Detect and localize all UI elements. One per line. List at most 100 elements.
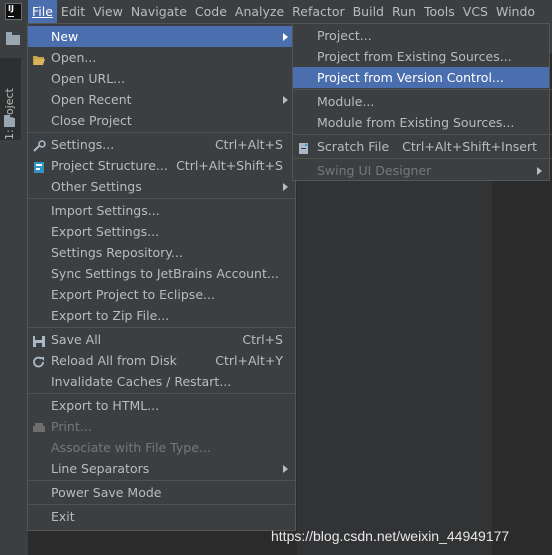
menu-item-label: Open... (51, 50, 97, 65)
menu-navigate[interactable]: Navigate (127, 0, 191, 23)
menu-item-shortcut: Ctrl+Alt+S (214, 137, 283, 152)
menu-item-label: Import Settings... (51, 203, 160, 218)
menu-item-label: Export to Zip File... (51, 308, 170, 323)
menu-analyze[interactable]: Analyze (231, 0, 288, 23)
menu-item-export-to-html[interactable]: Export to HTML... (28, 395, 295, 416)
menu-item-label: Print... (51, 419, 92, 434)
menu-item-label: Module... (317, 94, 375, 109)
menu-separator (28, 198, 295, 199)
menu-item-label: Module from Existing Sources... (317, 115, 515, 130)
menu-item-project-structure[interactable]: Project Structure... Ctrl+Alt+Shift+S (28, 155, 295, 176)
menu-separator (28, 480, 295, 481)
menu-run[interactable]: Run (388, 0, 420, 23)
menu-item-shortcut: Ctrl+Alt+Shift+Insert (402, 139, 537, 154)
menu-item-label: Project Structure... (51, 158, 168, 173)
menu-item-open[interactable]: Open... (28, 47, 295, 68)
menu-code[interactable]: Code (191, 0, 231, 23)
menu-item-label: Project from Existing Sources... (317, 49, 512, 64)
menu-build[interactable]: Build (349, 0, 388, 23)
menu-item-project-from-existing-sources[interactable]: Project from Existing Sources... (293, 46, 549, 67)
menu-item-label: Scratch File (317, 139, 390, 154)
menu-item-exit[interactable]: Exit (28, 506, 295, 527)
menu-item-swing-ui-designer: Swing UI Designer (293, 160, 549, 181)
menu-window[interactable]: Windo (492, 0, 539, 23)
menu-item-label: Project from Version Control... (317, 70, 504, 85)
menu-file[interactable]: File (28, 0, 57, 23)
menu-refactor[interactable]: Refactor (288, 0, 348, 23)
menu-item-shortcut: Ctrl+S (242, 332, 283, 347)
folder-open-icon (32, 51, 46, 65)
menu-item-invalidate-caches-restart[interactable]: Invalidate Caches / Restart... (28, 371, 295, 392)
menu-item-label: Close Project (51, 113, 132, 128)
menu-item-new[interactable]: New (28, 26, 295, 47)
menu-item-module-from-existing-sources[interactable]: Module from Existing Sources... (293, 112, 549, 133)
menu-item-export-to-zip-file[interactable]: Export to Zip File... (28, 305, 295, 326)
menu-item-label: Other Settings (51, 179, 142, 194)
menu-item-settings-repository[interactable]: Settings Repository... (28, 242, 295, 263)
menu-vcs[interactable]: VCS (459, 0, 492, 23)
reload-icon (32, 354, 46, 368)
menu-item-label: New (51, 29, 79, 44)
menu-separator (293, 134, 552, 135)
menu-item-line-separators[interactable]: Line Separators (28, 458, 295, 479)
file-menu: New Open... Open URL... Open Recent Close Pr… (27, 23, 296, 531)
menu-item-sync-settings-to-jetbrains-account[interactable]: Sync Settings to JetBrains Account... (28, 263, 295, 284)
menu-item-label: Line Separators (51, 461, 150, 476)
menu-item-close-project[interactable]: Close Project (28, 110, 295, 131)
menu-item-label: Power Save Mode (51, 485, 162, 500)
menu-edit[interactable]: Edit (57, 0, 89, 23)
menu-item-label: Invalidate Caches / Restart... (51, 374, 232, 389)
menu-item-power-save-mode[interactable]: Power Save Mode (28, 482, 295, 503)
menu-item-export-project-to-eclipse[interactable]: Export Project to Eclipse... (28, 284, 295, 305)
menu-separator (28, 504, 295, 505)
menu-item-label: Sync Settings to JetBrains Account... (51, 266, 279, 281)
menu-item-import-settings[interactable]: Import Settings... (28, 200, 295, 221)
submenu-arrow-icon (283, 183, 288, 191)
menu-item-module[interactable]: Module... (293, 91, 549, 112)
menu-item-label: Export to HTML... (51, 398, 160, 413)
submenu-arrow-icon (283, 33, 288, 41)
watermark: https://blog.csdn.net/weixin_44949177 (271, 528, 510, 544)
project-tree-area (297, 180, 492, 555)
menu-item-project[interactable]: Project... (293, 25, 549, 46)
menu-bar: File Edit View Navigate Code Analyze Ref… (0, 0, 552, 23)
menu-item-label: Settings... (51, 137, 115, 152)
project-folder-icon[interactable] (6, 32, 20, 45)
editor-area (492, 180, 552, 555)
menu-item-open-url[interactable]: Open URL... (28, 68, 295, 89)
menu-item-project-from-version-control[interactable]: Project from Version Control... (293, 67, 549, 88)
menu-item-settings[interactable]: Settings... Ctrl+Alt+S (28, 134, 295, 155)
menu-item-associate-with-file-type: Associate with File Type... (28, 437, 295, 458)
menu-item-print: Print... (28, 416, 295, 437)
menu-item-label: Open URL... (51, 71, 126, 86)
print-icon (32, 420, 46, 433)
intellij-logo-icon (5, 3, 22, 20)
submenu-arrow-icon (283, 465, 288, 473)
menu-item-label: Reload All from Disk (51, 353, 177, 368)
menu-tools[interactable]: Tools (420, 0, 459, 23)
menu-item-save-all[interactable]: Save All Ctrl+S (28, 329, 295, 350)
menu-item-label: Export Project to Eclipse... (51, 287, 215, 302)
menu-item-scratch-file[interactable]: Scratch File Ctrl+Alt+Shift+Insert (293, 136, 549, 157)
menu-item-label: Settings Repository... (51, 245, 183, 260)
new-submenu: Project... Project from Existing Sources.… (292, 23, 552, 181)
menu-view[interactable]: View (89, 0, 127, 23)
menu-item-open-recent[interactable]: Open Recent (28, 89, 295, 110)
project-structure-icon (32, 159, 46, 173)
menu-item-label: Swing UI Designer (317, 163, 432, 178)
menu-item-label: Export Settings... (51, 224, 160, 239)
menu-item-export-settings[interactable]: Export Settings... (28, 221, 295, 242)
module-folder-icon[interactable] (4, 115, 15, 127)
menu-item-label: Project... (317, 28, 372, 43)
menu-item-shortcut: Ctrl+Alt+Y (215, 353, 283, 368)
menu-separator (28, 327, 295, 328)
menu-item-shortcut: Ctrl+Alt+Shift+S (176, 158, 283, 173)
submenu-arrow-icon (537, 167, 542, 175)
project-tool-tab[interactable]: 1: Project (0, 58, 21, 140)
menu-item-other-settings[interactable]: Other Settings (28, 176, 295, 197)
menu-separator (293, 158, 552, 159)
menu-item-label: Associate with File Type... (51, 440, 211, 455)
menu-item-reload-all-from-disk[interactable]: Reload All from Disk Ctrl+Alt+Y (28, 350, 295, 371)
menu-separator (28, 132, 295, 133)
save-icon (32, 333, 46, 347)
